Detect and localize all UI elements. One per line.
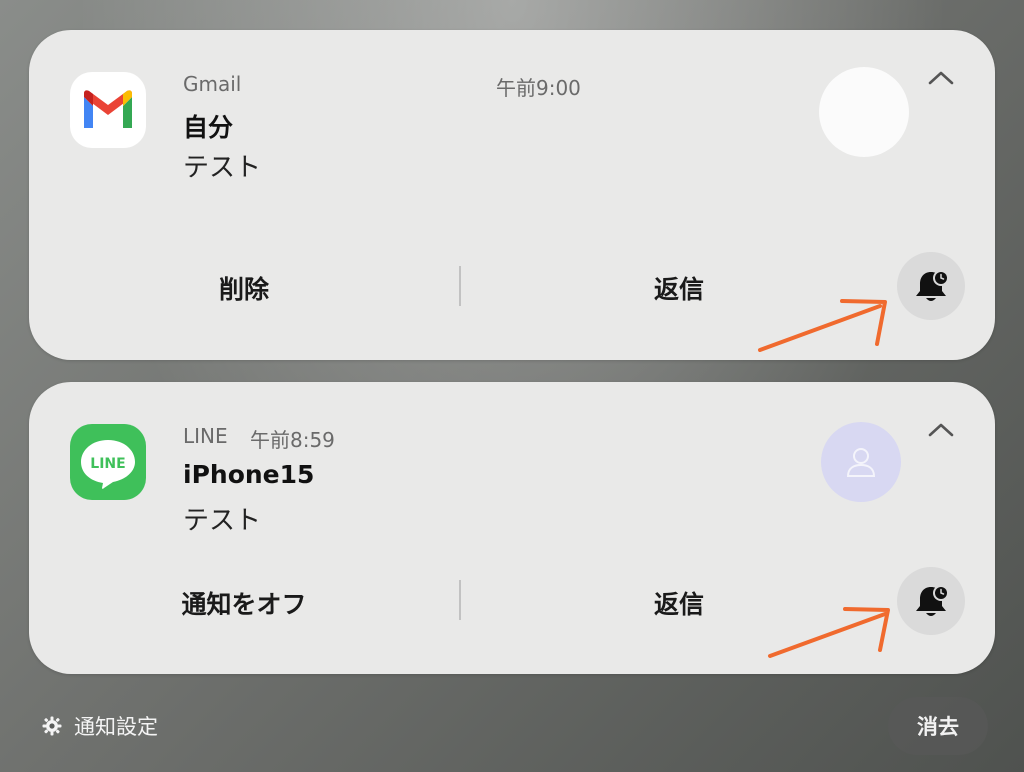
snooze-bell-icon [916,270,949,301]
gear-icon [42,716,62,736]
notification-settings-label: 通知設定 [74,715,158,739]
notification-sender: iPhone15 [183,460,315,489]
clear-all-button[interactable]: 消去 [888,697,988,755]
notification-message: テスト [183,153,262,183]
collapse-chevron-icon[interactable] [926,418,956,442]
app-name: LINE [183,424,228,448]
notification-time: 午前9:00 [496,76,581,100]
snooze-bell-button[interactable] [897,567,965,635]
action-divider [459,266,461,306]
collapse-chevron-icon[interactable] [926,66,956,90]
annotation-arrow-icon [758,299,887,352]
snooze-bell-button[interactable] [897,252,965,320]
notification-message: テスト [183,506,262,536]
reply-button[interactable]: 返信 [609,585,749,621]
turn-off-notifications-button[interactable]: 通知をオフ [139,585,349,621]
notification-settings-link[interactable]: 通知設定 [42,710,158,742]
snooze-bell-icon [916,585,949,616]
person-placeholder-icon [846,448,876,477]
action-divider [459,580,461,620]
line-icon: LINE [70,424,146,500]
delete-button[interactable]: 削除 [179,270,309,306]
gmail-icon [70,72,146,148]
sender-avatar [821,422,901,502]
app-name: Gmail [183,72,242,96]
sender-avatar [819,67,909,157]
notification-time: 午前8:59 [250,428,335,452]
annotation-arrow-icon [768,607,890,658]
reply-button[interactable]: 返信 [609,270,749,306]
notification-sender: 自分 [183,113,234,142]
line-logo-text: LINE [90,456,125,472]
